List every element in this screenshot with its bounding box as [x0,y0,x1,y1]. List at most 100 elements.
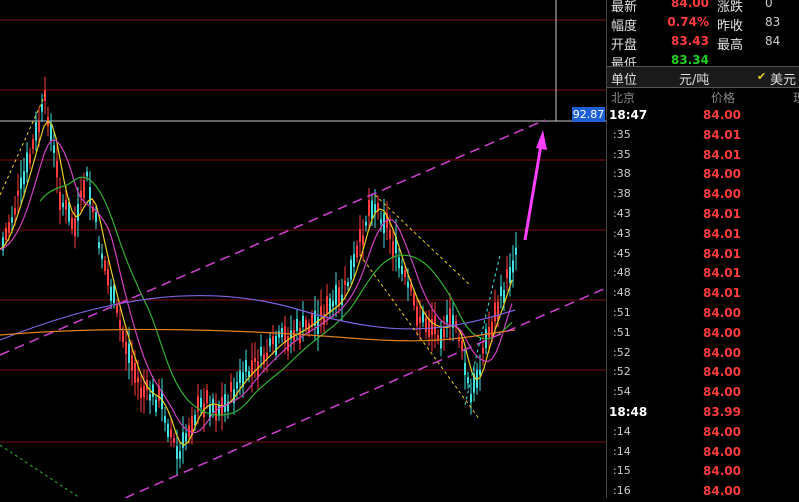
candle-body [254,357,256,363]
trade-price: 84.00 [703,484,741,499]
candle-body [362,235,364,245]
check-icon[interactable]: ✔ [757,70,766,83]
candle-body [443,328,445,338]
candle-body [86,171,88,177]
trade-row[interactable]: 18:48 83.99 [607,403,799,423]
candle-body [416,306,418,326]
trade-list[interactable]: 18:47 84.00:35 84.01:35 84.01:38 84.00:38 84.… [607,106,799,502]
candle-body [143,385,145,398]
trade-time: :15 [613,464,631,478]
candle-body [128,343,130,363]
candle-body [137,377,139,383]
candle-body [173,438,175,443]
trade-row[interactable]: :15 84.00 [607,462,799,482]
trade-time: :16 [613,484,631,498]
trade-time: :48 [613,266,631,280]
candle-body [224,394,226,413]
trade-row[interactable]: :51 84.00 [607,324,799,344]
candle-body [509,267,511,283]
candle-body [32,139,34,149]
trade-time: :48 [613,286,631,300]
candle-body [239,370,241,384]
candle-body [119,319,121,330]
candle-body [14,207,16,215]
candle-body [437,335,439,340]
currency-toggle[interactable]: 美元 [770,69,796,88]
candle-body [206,389,208,404]
candle-body [500,286,502,297]
candle-body [149,394,151,401]
unit-value[interactable]: 元/吨 [679,69,709,88]
candle-body [107,269,109,286]
candle-body [446,315,448,323]
candle-body [176,446,178,459]
candlestick-chart-area[interactable]: 92.87 [0,0,606,498]
candle-body [218,405,220,416]
candle-body [305,320,307,329]
candle-body [89,187,91,205]
candle-body [272,335,274,345]
candle-body [62,202,64,208]
trade-time: 18:47 [609,108,648,122]
candle-body [365,221,367,226]
trade-row[interactable]: :48 84.01 [607,284,799,304]
trade-price: 84.01 [703,246,741,261]
trade-row[interactable]: :54 84.00 [607,383,799,403]
candlestick-chart[interactable] [0,0,606,498]
candle-body [23,171,25,185]
candle-body [335,284,337,305]
candle-body [392,241,394,258]
trade-row[interactable]: :35 84.01 [607,126,799,146]
candle-body [488,326,490,338]
candle-body [461,340,463,350]
candle-body [515,247,517,255]
trade-row[interactable]: :35 84.01 [607,146,799,166]
candle-body [122,331,124,342]
trade-row[interactable]: :51 84.00 [607,304,799,324]
candle-body [482,347,484,354]
quote-label: 涨跌 [717,0,744,15]
candle-body [401,265,403,274]
quote-row: 开盘 83.43 最高 84 [607,33,799,53]
trade-price: 84.00 [703,444,741,459]
trade-row[interactable]: :43 84.01 [607,205,799,225]
candle-body [29,153,31,164]
candle-body [350,259,352,280]
unit-bar: 单位 元/吨 ✔ 美元 [607,66,799,88]
candle-body [479,369,481,376]
candle-body [467,377,469,384]
trade-row[interactable]: :16 84.00 [607,482,799,502]
candle-body [131,355,133,371]
candle-body [59,192,61,210]
trade-price: 84.00 [703,167,741,182]
trade-row[interactable]: :45 84.01 [607,245,799,265]
candle-body [65,199,67,211]
trade-row[interactable]: :38 84.00 [607,185,799,205]
trade-row[interactable]: :38 84.00 [607,165,799,185]
trade-price: 83.99 [703,404,741,419]
trade-price: 84.01 [703,147,741,162]
trade-row[interactable]: :52 84.00 [607,363,799,383]
trade-row[interactable]: 18:47 84.00 [607,106,799,126]
trade-row[interactable]: :48 84.01 [607,264,799,284]
quote-value: 84.00 [671,0,709,10]
candle-body [164,415,166,423]
quote-side-panel: 最新 84.00 涨跌 0 幅度 0.74% 昨收 83 开盘 83.43 最高 84 最低 83.34 … [606,0,799,498]
trade-row[interactable]: :43 84.01 [607,225,799,245]
trade-time: :51 [613,305,631,319]
candle-body [230,382,232,392]
candle-body [278,331,280,338]
candle-body [134,362,136,383]
candle-body [359,229,361,243]
trade-price: 84.00 [703,187,741,202]
trade-price: 84.00 [703,325,741,340]
trade-row[interactable]: :52 84.00 [607,344,799,364]
trade-time: :35 [613,147,631,161]
candle-body [413,293,415,306]
candle-body [344,280,346,285]
arrow-shaft [523,144,543,241]
candle-body [116,303,118,313]
trade-row[interactable]: :14 84.00 [607,423,799,443]
trade-row[interactable]: :14 84.00 [607,443,799,463]
trade-time: :52 [613,365,631,379]
